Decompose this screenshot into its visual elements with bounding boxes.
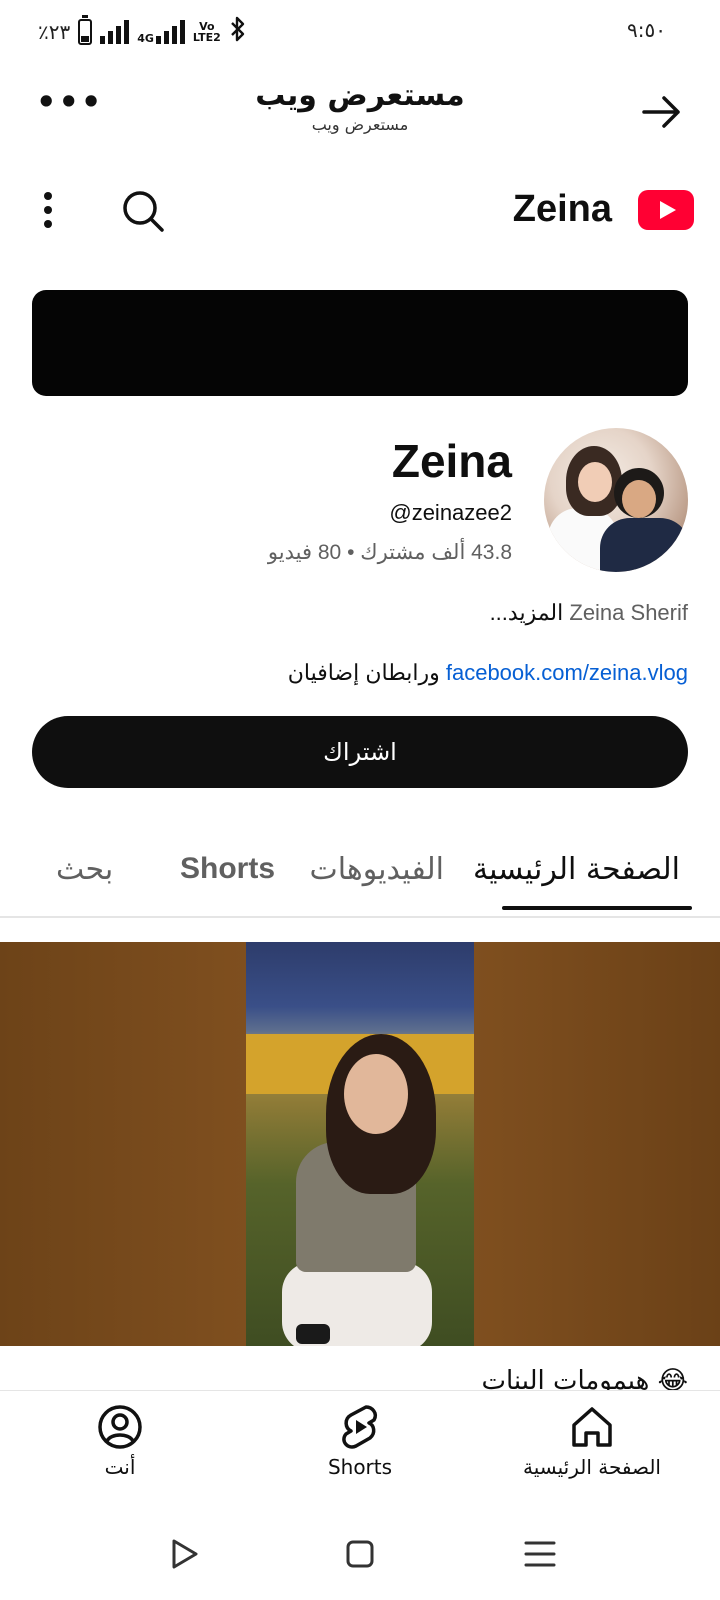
account-icon [96,1403,144,1451]
bluetooth-icon [229,16,247,48]
back-triangle-icon[interactable] [166,1536,202,1572]
nav-shorts[interactable]: Shorts [260,1403,460,1479]
channel-stats: 43.8 ألف مشترك • 80 فيديو [268,540,512,565]
channel-handle: @zeinazee2 [389,500,512,525]
channel-links: facebook.com/zeina.vlog ورابطان إضافيان [288,660,688,686]
extra-links[interactable]: ورابطان إضافيان [288,660,440,685]
channel-avatar[interactable] [544,428,688,572]
featured-video-title[interactable]: هيمومات البنات 😂 [481,1366,688,1392]
channel-description[interactable]: ...المزيد Zeina Sherif [490,600,688,626]
status-icons: ٪٢٣ 4G Vo LTE2 [38,15,247,48]
facebook-link[interactable]: facebook.com/zeina.vlog [446,660,688,685]
bottom-navigation: الصفحة الرئيسية Shorts أنت [0,1390,720,1510]
browser-title: مستعرض ويب [255,78,465,113]
signal-strength-icon [100,20,130,44]
browser-header: ••• مستعرض ويب مستعرض ويب [0,64,720,160]
browser-titles: مستعرض ويب مستعرض ويب [0,78,720,134]
home-icon [568,1403,616,1451]
battery-icon [78,15,93,45]
description-text: Zeina Sherif [569,600,688,625]
search-icon[interactable] [120,188,166,234]
youtube-brand[interactable]: Zeina [513,188,694,231]
tab-home[interactable]: الصفحة الرئيسية [473,852,680,887]
network-4g-indicator: 4G [137,20,185,44]
kebab-menu-icon[interactable] [36,188,60,232]
home-square-icon[interactable] [342,1536,378,1572]
volte-indicator: Vo LTE2 [192,20,221,44]
browser-subtitle: مستعرض ويب [311,115,409,134]
forward-arrow-icon[interactable] [640,90,684,134]
more-label[interactable]: ...المزيد [490,600,564,625]
nav-home-label: الصفحة الرئيسية [523,1455,661,1479]
tab-search[interactable]: بحث [56,852,113,887]
youtube-top-bar: Zeina [0,170,720,250]
channel-title: Zeina [512,188,612,230]
youtube-logo-icon [638,189,694,230]
active-tab-indicator [502,906,692,910]
shorts-icon [336,1403,384,1451]
channel-tabs: الصفحة الرئيسية الفيديوهات Shorts بحث [0,838,720,918]
battery-percent: ٪٢٣ [38,20,71,44]
recent-apps-icon[interactable] [522,1536,558,1572]
video-count: 80 فيديو [267,541,342,564]
channel-name: Zeina [391,435,512,487]
nav-home[interactable]: الصفحة الرئيسية [492,1403,692,1479]
nav-shorts-label: Shorts [327,1455,393,1479]
status-bar: ٪٢٣ 4G Vo LTE2 ٩:٥٠ [0,0,720,64]
clock: ٩:٥٠ [627,18,666,42]
nav-you[interactable]: أنت [20,1403,220,1479]
system-navigation [0,1510,720,1600]
subscribe-button[interactable]: اشتراك [32,716,688,788]
subscriber-count: 43.8 ألف مشترك [360,541,512,564]
tab-videos[interactable]: الفيديوهات [309,852,444,887]
tab-shorts[interactable]: Shorts [180,852,275,886]
stats-separator: • [347,541,355,564]
nav-you-label: أنت [104,1455,136,1479]
signal-strength-icon-2 [155,20,185,44]
featured-video-thumbnail[interactable] [0,942,720,1346]
channel-banner [32,290,688,396]
